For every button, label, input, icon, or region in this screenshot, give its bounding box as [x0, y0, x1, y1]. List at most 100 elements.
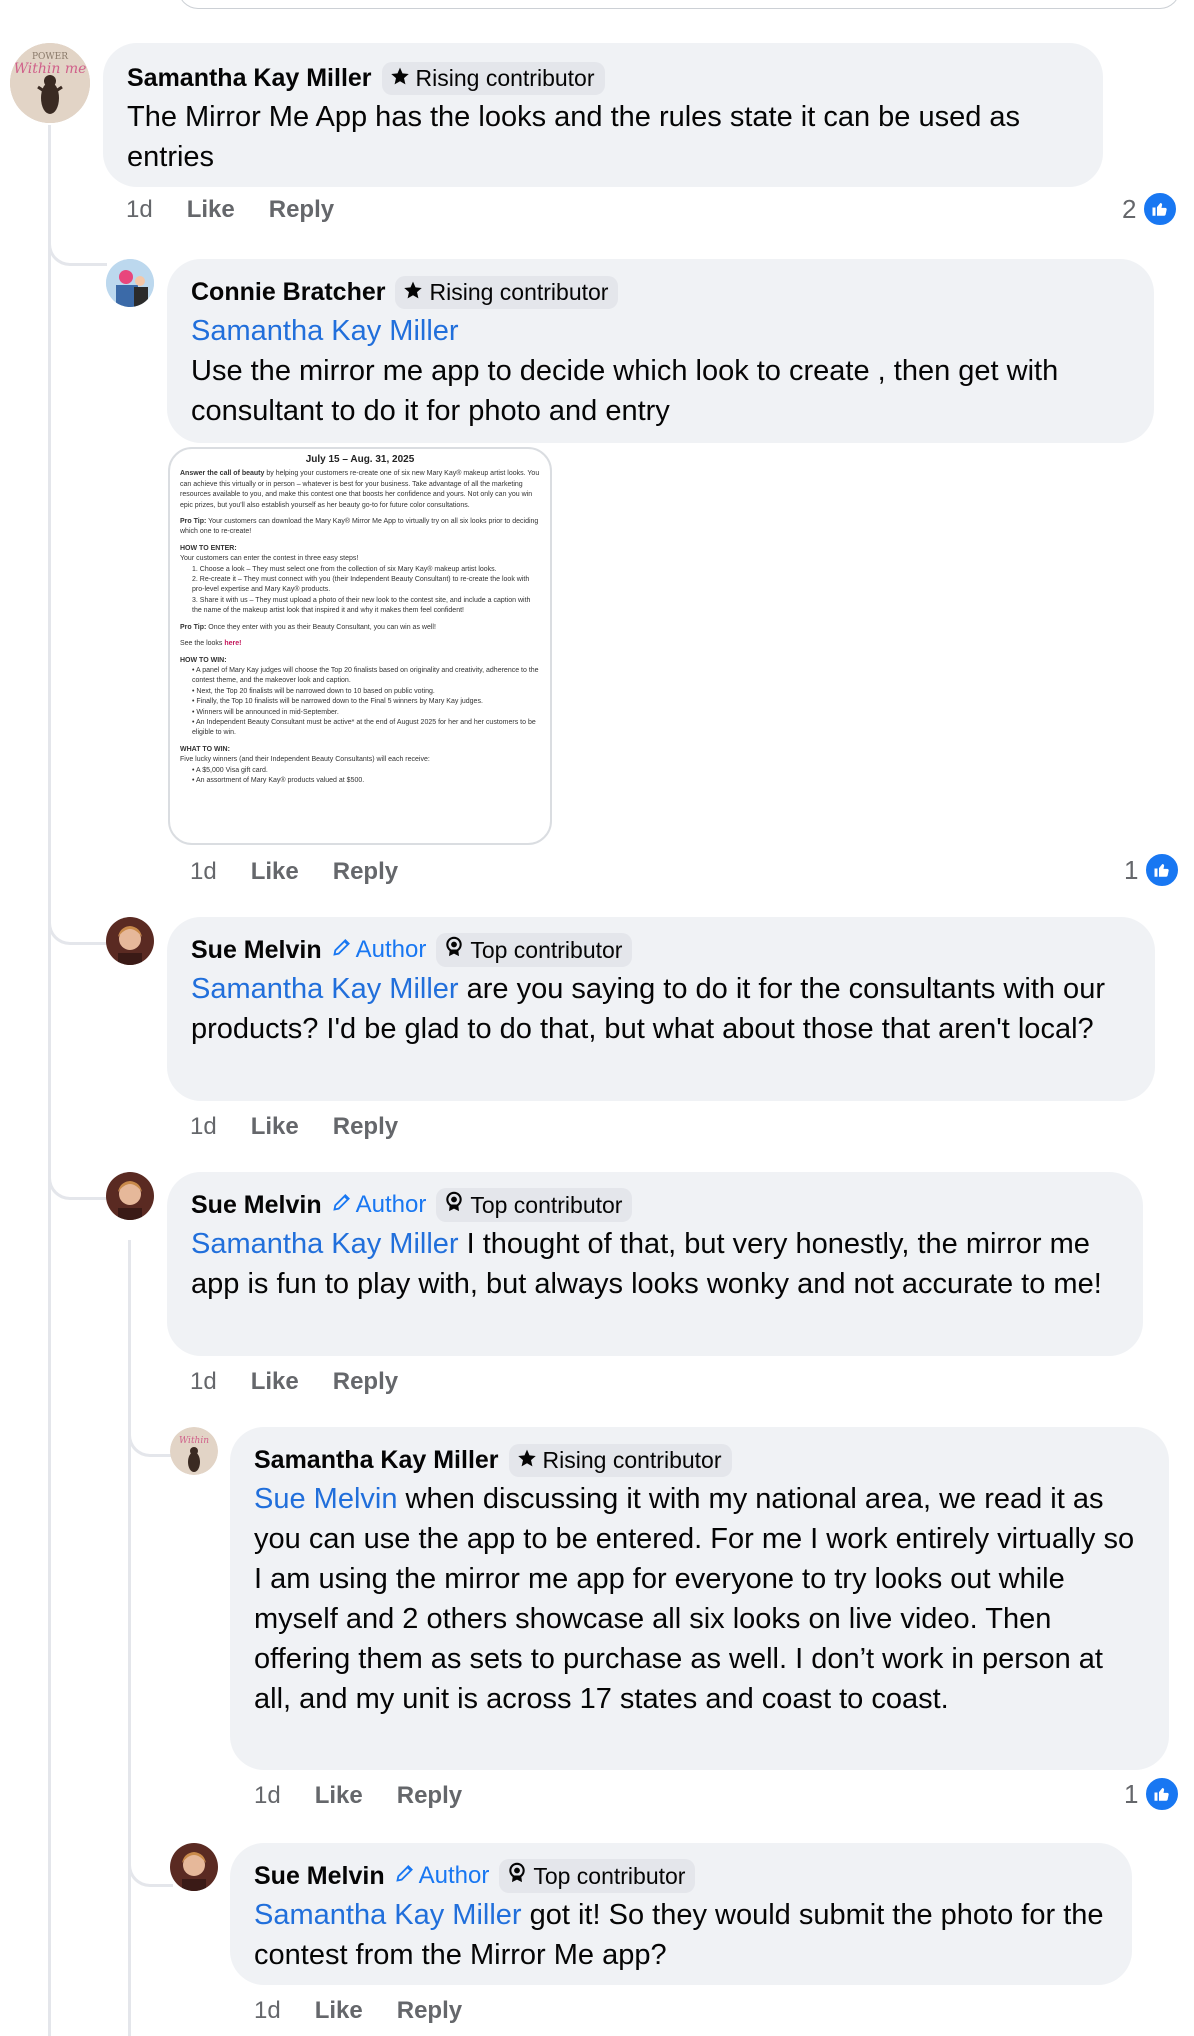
previous-comment-box-edge	[178, 0, 1180, 9]
mention-link[interactable]: Samantha Kay Miller	[191, 315, 459, 347]
like-button[interactable]: Like	[187, 196, 235, 224]
mention-link[interactable]: Samantha Kay Miller	[191, 973, 459, 1005]
reaction-count[interactable]: 2	[1122, 191, 1179, 227]
comment-bubble: Sue Melvin Author Top contributor Samant…	[167, 1172, 1143, 1356]
avatar-image	[170, 1843, 218, 1891]
reply-button[interactable]: Reply	[333, 1113, 398, 1141]
thread-connector	[48, 1155, 107, 1200]
star-icon	[403, 279, 423, 306]
avatar[interactable]	[170, 1843, 218, 1891]
reaction-number: 1	[1124, 854, 1139, 885]
like-button[interactable]: Like	[315, 1782, 363, 1810]
doc-protip: Pro Tip: Your customers can download the…	[180, 517, 540, 538]
comment-text: Samantha Kay Miller I thought of that, b…	[191, 1224, 1119, 1304]
comment-author-name[interactable]: Samantha Kay Miller	[254, 1446, 499, 1475]
pencil-icon	[395, 1862, 415, 1890]
doc-line: 1. Choose a look – They must select one …	[192, 565, 497, 573]
reaction-count[interactable]: 1	[1124, 1776, 1181, 1812]
doc-line: • A $5,000 Visa gift card.	[192, 766, 268, 774]
timestamp[interactable]: 1d	[190, 1113, 217, 1141]
avatar-image: Within	[170, 1427, 218, 1475]
attached-document-image[interactable]: July 15 – Aug. 31, 2025 Answer the call …	[168, 447, 552, 845]
pencil-icon	[332, 936, 352, 964]
doc-intro: Answer the call of beauty by helping you…	[180, 469, 540, 511]
avatar[interactable]	[106, 1172, 154, 1220]
status-badge[interactable]: Rising contributor	[381, 61, 605, 95]
doc-line: • An assortment of Mary Kay® products va…	[192, 776, 365, 784]
doc-intro-bold: Answer the call of beauty	[180, 470, 265, 478]
avatar[interactable]	[106, 259, 154, 307]
reply-button[interactable]: Reply	[333, 858, 398, 886]
comment-body: Use the mirror me app to decide which lo…	[191, 355, 1059, 427]
status-badge[interactable]: Top contributor	[436, 933, 633, 967]
avatar[interactable]: Within	[170, 1427, 218, 1475]
thread-line-main	[48, 125, 51, 2036]
star-icon	[390, 65, 410, 92]
comment-text: Samantha Kay Miller are you saying to do…	[191, 969, 1131, 1049]
comment-actions: 1d Like Reply	[254, 1782, 462, 1810]
doc-heading: HOW TO ENTER:	[180, 544, 237, 552]
mention-link[interactable]: Samantha Kay Miller	[254, 1899, 522, 1931]
thumbs-up-icon	[1144, 1776, 1181, 1812]
status-badge[interactable]: Top contributor	[436, 1188, 633, 1222]
thread-connector	[128, 1410, 173, 1457]
timestamp[interactable]: 1d	[190, 858, 217, 886]
badge-label: Rising contributor	[542, 1446, 722, 1473]
like-button[interactable]: Like	[251, 858, 299, 886]
doc-line: • Finally, the Top 10 finalists will be …	[192, 698, 483, 706]
comment-body: when discussing it with my national area…	[254, 1483, 1135, 1715]
timestamp[interactable]: 1d	[190, 1368, 217, 1396]
comment-text: The Mirror Me App has the looks and the …	[127, 101, 1021, 173]
comment-author-name[interactable]: Samantha Kay Miller	[127, 64, 372, 93]
award-icon	[507, 1862, 527, 1890]
mention-link[interactable]: Sue Melvin	[254, 1483, 397, 1515]
badge-label: Rising contributor	[415, 64, 595, 91]
author-label: Author	[355, 936, 427, 963]
doc-line: 3. Share it with us – They must upload a…	[192, 596, 531, 615]
comment-text: Sue Melvin when discussing it with my na…	[254, 1479, 1145, 1719]
comment-author-name[interactable]: Connie Bratcher	[191, 278, 385, 307]
like-button[interactable]: Like	[251, 1368, 299, 1396]
status-badge[interactable]: Rising contributor	[508, 1443, 732, 1477]
doc-line: • A panel of Mary Kay judges will choose…	[192, 666, 539, 685]
author-badge: Author	[395, 1862, 489, 1890]
reply-button[interactable]: Reply	[269, 196, 334, 224]
like-button[interactable]: Like	[251, 1113, 299, 1141]
comment-actions: 1d Like Reply	[254, 1997, 462, 2025]
reply-button[interactable]: Reply	[397, 1782, 462, 1810]
comment-author-name[interactable]: Sue Melvin	[191, 1191, 322, 1220]
reaction-count[interactable]: 1	[1124, 852, 1181, 888]
comment-author-name[interactable]: Sue Melvin	[191, 936, 322, 965]
avatar[interactable]: POWER Within me	[10, 43, 90, 123]
timestamp[interactable]: 1d	[254, 1782, 281, 1810]
badge-label: Top contributor	[533, 1862, 686, 1889]
status-badge[interactable]: Top contributor	[499, 1859, 696, 1893]
doc-heading: WHAT TO WIN:	[180, 745, 230, 753]
timestamp[interactable]: 1d	[126, 196, 153, 224]
thread-line-nested	[128, 1240, 131, 2036]
thread-connector	[128, 1840, 173, 1887]
doc-line: • Next, the Top 20 finalists will be nar…	[192, 687, 435, 695]
badge-label: Top contributor	[470, 936, 623, 963]
comment-author-name[interactable]: Sue Melvin	[254, 1862, 385, 1891]
comment-bubble: Connie Bratcher Rising contributor Saman…	[167, 259, 1154, 443]
timestamp[interactable]: 1d	[254, 1997, 281, 2025]
reply-button[interactable]: Reply	[333, 1368, 398, 1396]
status-badge[interactable]: Rising contributor	[395, 275, 619, 309]
doc-protip-label: Pro Tip:	[180, 518, 207, 526]
avatar[interactable]	[106, 917, 154, 965]
avatar-image	[106, 917, 154, 965]
thumbs-up-icon	[1142, 191, 1179, 227]
comment-bubble: Samantha Kay Miller Rising contributor T…	[103, 43, 1103, 187]
avatar-image: POWER Within me	[10, 43, 90, 123]
thread-connector	[48, 225, 107, 266]
comment-bubble: Sue Melvin Author Top contributor Samant…	[167, 917, 1155, 1101]
mention-link[interactable]: Samantha Kay Miller	[191, 1228, 459, 1260]
like-button[interactable]: Like	[315, 1997, 363, 2025]
doc-see-looks: See the looks	[180, 640, 225, 648]
doc-here-link: here!	[224, 640, 242, 648]
reply-button[interactable]: Reply	[397, 1997, 462, 2025]
avatar-image	[106, 259, 154, 307]
comment-text: Samantha Kay Miller got it! So they woul…	[254, 1895, 1108, 1975]
badge-label: Rising contributor	[429, 278, 609, 305]
